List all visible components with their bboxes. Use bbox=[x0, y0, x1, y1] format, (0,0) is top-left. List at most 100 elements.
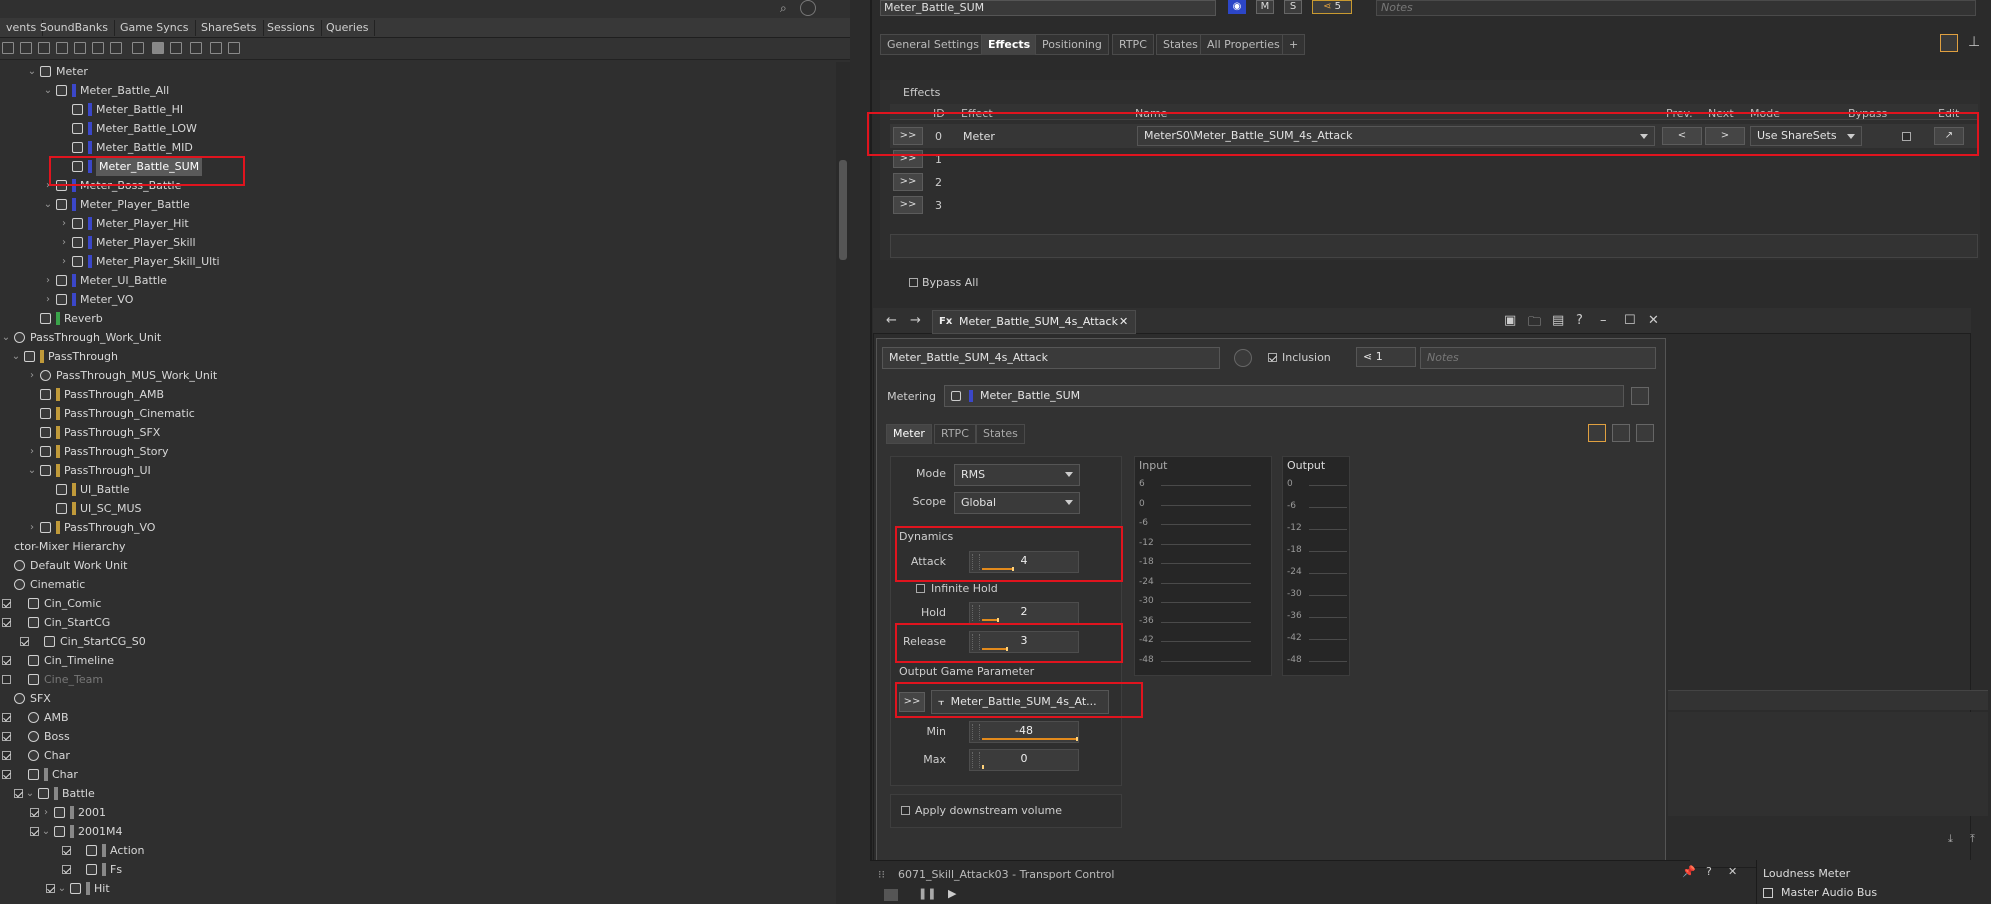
pin-icon[interactable]: ⊥ bbox=[1968, 34, 1980, 50]
chevron-right-icon[interactable]: › bbox=[26, 442, 38, 461]
tree-item[interactable]: PassThrough_SFX bbox=[26, 423, 820, 442]
minimize-icon[interactable]: – bbox=[1600, 313, 1607, 328]
tree-item[interactable]: › Meter_Player_Skill bbox=[58, 233, 820, 252]
tree-item[interactable]: ⌄ PassThrough bbox=[10, 347, 820, 366]
toolbar-icon[interactable] bbox=[210, 42, 222, 54]
browse-icon[interactable] bbox=[1631, 387, 1649, 405]
tree-item[interactable]: Default Work Unit bbox=[0, 556, 820, 575]
effect-slot-go-button[interactable]: >> bbox=[893, 150, 923, 168]
help-icon[interactable]: ? bbox=[1576, 313, 1583, 328]
toolbar-icon[interactable] bbox=[170, 42, 182, 54]
slider-knob[interactable] bbox=[982, 765, 984, 769]
tree-item-checkbox[interactable] bbox=[2, 675, 11, 684]
toolbar-icon[interactable] bbox=[228, 42, 240, 54]
tree-item-checkbox[interactable] bbox=[20, 637, 29, 646]
tree-item[interactable]: › 2001 bbox=[26, 803, 820, 822]
min-slider[interactable]: -48 bbox=[969, 721, 1079, 743]
tree-item[interactable]: Reverb bbox=[26, 309, 820, 328]
chevron-right-icon[interactable]: › bbox=[40, 803, 52, 822]
tree-item[interactable]: Cinematic bbox=[0, 575, 820, 594]
references-button[interactable]: ⋖ 5 bbox=[1312, 0, 1352, 14]
color-picker-icon[interactable] bbox=[1234, 349, 1252, 367]
subtab-meter[interactable]: Meter bbox=[886, 424, 932, 444]
tab-all-properties[interactable]: All Properties bbox=[1200, 34, 1287, 55]
toolbar-icon[interactable] bbox=[132, 42, 144, 54]
tree-item[interactable]: › Meter_UI_Battle bbox=[42, 271, 820, 290]
effect-slot-go-button[interactable]: >> bbox=[893, 173, 923, 191]
tree-item[interactable]: Cin_Comic bbox=[0, 594, 820, 613]
notes-field[interactable]: Notes bbox=[1376, 0, 1976, 16]
tree-item-checkbox[interactable] bbox=[14, 789, 23, 798]
help-icon[interactable]: ? bbox=[1706, 865, 1712, 878]
chevron-right-icon[interactable]: › bbox=[58, 214, 70, 233]
bypass-all-checkbox[interactable] bbox=[909, 278, 918, 287]
chevron-down-icon[interactable]: ⌄ bbox=[24, 784, 36, 803]
tree-item[interactable]: ⌄ PassThrough_Work_Unit bbox=[0, 328, 820, 347]
output-game-parameter-field[interactable]: ⫟ Meter_Battle_SUM_4s_At... bbox=[931, 690, 1109, 714]
output-gp-go-button[interactable]: >> bbox=[899, 692, 925, 712]
chevron-down-icon[interactable]: ⌄ bbox=[56, 879, 68, 898]
chevron-down-icon[interactable]: ⌄ bbox=[10, 347, 22, 366]
tree-item[interactable]: ⌄ Hit bbox=[42, 879, 820, 898]
tab-game-syncs[interactable]: Game Syncs bbox=[114, 20, 196, 36]
meter-mode-combo[interactable]: RMS bbox=[954, 464, 1080, 486]
prev-button[interactable]: < bbox=[1662, 127, 1702, 145]
toolbar-icon[interactable] bbox=[92, 42, 104, 54]
attack-slider[interactable]: 4 bbox=[969, 551, 1079, 573]
mode-combo[interactable]: Use ShareSets bbox=[1750, 126, 1862, 146]
effect-shareset-combo[interactable]: MeterS0\Meter_Battle_SUM_4s_Attack bbox=[1137, 126, 1655, 146]
tree-item[interactable]: › PassThrough_VO bbox=[26, 518, 820, 537]
search-icon[interactable]: ⌕ bbox=[780, 1, 787, 16]
release-slider[interactable]: 3 bbox=[969, 631, 1079, 653]
toolbar-icon[interactable] bbox=[20, 42, 32, 54]
close-window-icon[interactable]: ✕ bbox=[1648, 313, 1659, 328]
chevron-down-icon[interactable]: ⌄ bbox=[42, 195, 54, 214]
tree-item[interactable]: Meter_Battle_MID bbox=[58, 138, 820, 157]
tree-item[interactable]: PassThrough_Cinematic bbox=[26, 404, 820, 423]
slider-knob[interactable] bbox=[997, 618, 999, 622]
toolbar-icon[interactable] bbox=[38, 42, 50, 54]
tree-item[interactable]: ⌄ PassThrough_UI bbox=[26, 461, 820, 480]
chevron-right-icon[interactable]: › bbox=[42, 290, 54, 309]
tree-item-checkbox[interactable] bbox=[2, 770, 11, 779]
max-slider[interactable]: 0 bbox=[969, 749, 1079, 771]
layout-single-icon[interactable] bbox=[1588, 424, 1606, 442]
layout-stack-icon[interactable] bbox=[1636, 424, 1654, 442]
inclusion-checkbox[interactable] bbox=[1268, 353, 1277, 362]
references-field[interactable]: ⋖ 1 bbox=[1356, 347, 1416, 367]
effect-name-field[interactable]: Meter_Battle_SUM_4s_Attack bbox=[882, 347, 1220, 369]
effect-notes-field[interactable]: Notes bbox=[1420, 347, 1656, 369]
tree-item-checkbox[interactable] bbox=[46, 884, 55, 893]
tree-scrollbar-thumb[interactable] bbox=[839, 160, 847, 260]
tree-item[interactable]: UI_SC_MUS bbox=[42, 499, 820, 518]
tree-item-checkbox[interactable] bbox=[30, 808, 39, 817]
play-icon[interactable]: ▶ bbox=[948, 887, 956, 900]
tree-item-checkbox[interactable] bbox=[2, 618, 11, 627]
tree-item-checkbox[interactable] bbox=[62, 865, 71, 874]
tree-item[interactable]: Char bbox=[0, 746, 820, 765]
tree-item[interactable]: › PassThrough_MUS_Work_Unit bbox=[26, 366, 820, 385]
chevron-down-icon[interactable]: ⌄ bbox=[26, 62, 38, 81]
tree-item[interactable]: ⌄ Battle bbox=[10, 784, 820, 803]
toolbar-icon[interactable] bbox=[2, 42, 14, 54]
tree-item[interactable]: ctor-Mixer Hierarchy bbox=[0, 537, 820, 556]
pause-icon[interactable]: ❚❚ bbox=[918, 887, 936, 900]
tab-positioning[interactable]: Positioning bbox=[1035, 34, 1109, 55]
toolbar-icon[interactable] bbox=[56, 42, 68, 54]
tab-states[interactable]: States bbox=[1156, 34, 1205, 55]
edit-icon[interactable]: ↗ bbox=[1934, 127, 1964, 145]
tab-sessions[interactable]: Sessions bbox=[261, 20, 322, 36]
toolbar-icon[interactable] bbox=[190, 42, 202, 54]
tree-item-checkbox[interactable] bbox=[2, 656, 11, 665]
effect-slot-go-button[interactable]: >> bbox=[893, 127, 923, 145]
refresh-icon[interactable] bbox=[800, 0, 816, 16]
slider-knob[interactable] bbox=[1006, 647, 1008, 651]
tab-rtpc[interactable]: RTPC bbox=[1112, 34, 1154, 55]
next-button[interactable]: > bbox=[1705, 127, 1745, 145]
download-icon[interactable]: ⤓ bbox=[1948, 832, 1953, 846]
tree-item[interactable]: Char bbox=[0, 765, 820, 784]
tree-item-checkbox[interactable] bbox=[2, 599, 11, 608]
metering-target-field[interactable]: Meter_Battle_SUM bbox=[944, 385, 1624, 407]
tree-item[interactable]: ⌄ Meter_Battle_All bbox=[42, 81, 820, 100]
tree-item-checkbox[interactable] bbox=[2, 732, 11, 741]
